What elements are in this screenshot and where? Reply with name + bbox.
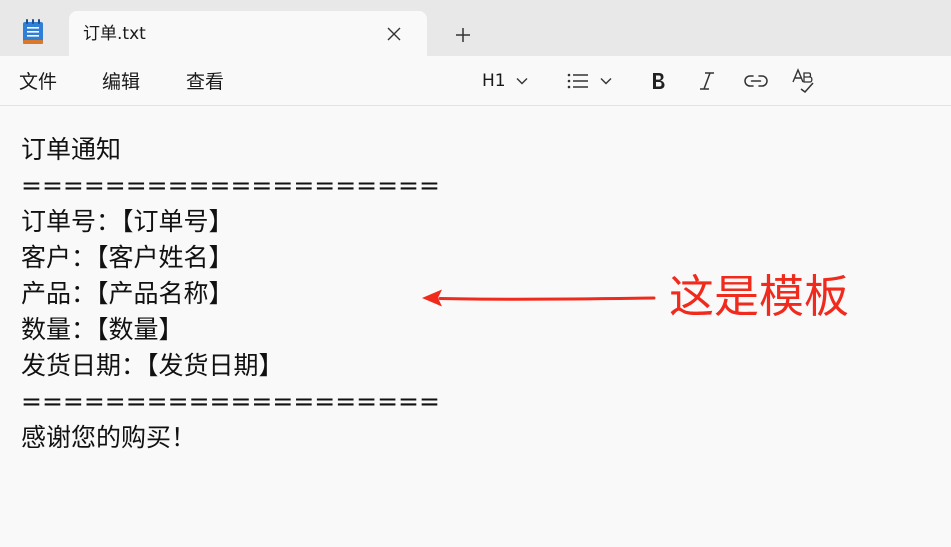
link-icon (744, 75, 768, 87)
spellcheck-button[interactable] (791, 68, 817, 94)
annotation-label: 这是模板 (669, 270, 850, 323)
tab-bar: 订单.txt (0, 0, 951, 56)
text-editor[interactable]: 订单通知 ==================== 订单号：【订单号】 客户：【… (0, 106, 951, 547)
bulleted-list-icon (567, 73, 588, 89)
annotation-arrow-icon (422, 289, 656, 307)
menu-edit[interactable]: 编辑 (102, 70, 140, 94)
notepad-window: 订单.txt 文件 编辑 查看 H1 订单通知 ================… (0, 0, 951, 547)
document-line: 感谢您的购买！ (21, 423, 197, 452)
list-dropdown[interactable] (566, 68, 613, 94)
close-icon[interactable] (383, 23, 405, 45)
menu-file[interactable]: 文件 (19, 70, 57, 94)
document-line: ==================== (21, 171, 440, 200)
bold-button[interactable] (648, 68, 668, 94)
link-button[interactable] (743, 68, 769, 94)
notepad-icon (23, 19, 43, 44)
menu-view[interactable]: 查看 (186, 70, 224, 94)
document-line: 发货日期：【发货日期】 (21, 351, 284, 380)
heading-label: H1 (482, 71, 506, 91)
document-line: 订单通知 (21, 135, 122, 164)
document-line: 客户：【客户姓名】 (21, 243, 234, 272)
document-line: 产品：【产品名称】 (21, 279, 234, 308)
document-line: 数量：【数量】 (21, 315, 184, 344)
italic-icon (700, 72, 714, 90)
italic-button[interactable] (697, 68, 717, 94)
spellcheck-icon (792, 68, 814, 94)
plus-icon[interactable] (451, 23, 475, 47)
document-line: 订单号：【订单号】 (21, 207, 234, 236)
tab-title: 订单.txt (83, 24, 146, 44)
heading-dropdown[interactable]: H1 (482, 68, 529, 94)
chevron-down-icon (516, 78, 528, 85)
document-line: ==================== (21, 387, 440, 416)
tab-document[interactable]: 订单.txt (69, 11, 427, 56)
menu-bar: 文件 编辑 查看 H1 (0, 56, 951, 106)
chevron-down-icon (600, 78, 612, 85)
bold-icon (653, 73, 665, 89)
